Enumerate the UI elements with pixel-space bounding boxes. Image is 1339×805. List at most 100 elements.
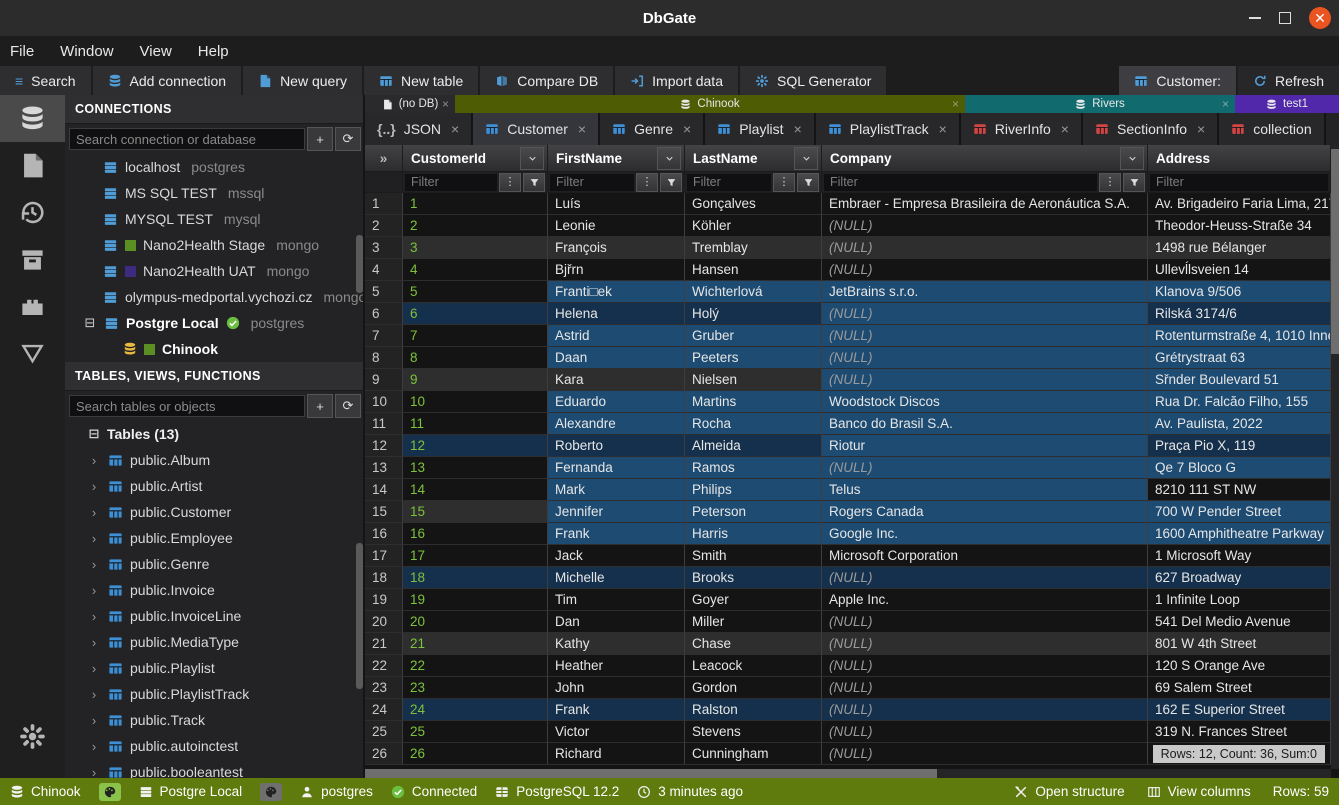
filter-menu-button[interactable]: ⋮	[773, 173, 795, 192]
chevron-right-icon[interactable]: ›	[87, 505, 101, 520]
cell-firstname[interactable]: Alexandre	[548, 413, 685, 435]
row-number[interactable]: 17	[365, 545, 403, 567]
cell-company[interactable]: Microsoft Corporation	[822, 545, 1148, 567]
row-number[interactable]: 11	[365, 413, 403, 435]
minimize-icon[interactable]	[1249, 17, 1261, 19]
chevron-right-icon[interactable]: ›	[87, 453, 101, 468]
refresh-button[interactable]: Refresh	[1238, 66, 1339, 95]
tables-scrollbar[interactable]	[356, 543, 363, 689]
hscroll-thumb[interactable]	[365, 769, 937, 778]
close-icon[interactable]: ×	[1222, 97, 1229, 111]
cell-company[interactable]: (NULL)	[822, 633, 1148, 655]
cell-firstname[interactable]: Jennifer	[548, 501, 685, 523]
table-item[interactable]: ›public.PlaylistTrack	[65, 681, 365, 707]
menu-item-file[interactable]: File	[10, 43, 34, 60]
tab-collection[interactable]: collection	[1219, 113, 1325, 145]
cell-lastname[interactable]: Chase	[685, 633, 822, 655]
row-number[interactable]: 23	[365, 677, 403, 699]
filter-menu-button[interactable]: ⋮	[499, 173, 521, 192]
cell-firstname[interactable]: Eduardo	[548, 391, 685, 413]
theme-badge[interactable]	[99, 783, 121, 801]
row-number[interactable]: 15	[365, 501, 403, 523]
tab-sectioninfo[interactable]: SectionInfo×	[1083, 113, 1219, 145]
cell-address[interactable]: 541 Del Medio Avenue	[1148, 611, 1331, 633]
current-table-button[interactable]: Customer:	[1119, 66, 1236, 95]
cell-firstname[interactable]: François	[548, 237, 685, 259]
connections-scrollbar[interactable]	[356, 235, 363, 293]
cell-customerid[interactable]: 2	[403, 215, 548, 237]
cell-address[interactable]: Theodor-Heuss-Straße 34	[1148, 215, 1331, 237]
cell-lastname[interactable]: Gonçalves	[685, 193, 822, 215]
close-icon[interactable]: ×	[578, 121, 586, 137]
cell-lastname[interactable]: Leacock	[685, 655, 822, 677]
filter-funnel-button[interactable]	[660, 173, 682, 192]
filter-input-firstname[interactable]	[550, 174, 634, 191]
cell-lastname[interactable]: Smith	[685, 545, 822, 567]
table-item[interactable]: ›public.Employee	[65, 525, 365, 551]
chevron-right-icon[interactable]: ›	[87, 557, 101, 572]
cell-company[interactable]: (NULL)	[822, 721, 1148, 743]
cell-address[interactable]: Av. Brigadeiro Faria Lima, 2170	[1148, 193, 1331, 215]
cell-lastname[interactable]: Nielsen	[685, 369, 822, 391]
cell-company[interactable]: Riotur	[822, 435, 1148, 457]
db-tab-rivers[interactable]: Rivers×	[965, 95, 1235, 113]
statusbar-item-3-minutes-ago[interactable]: 3 minutes ago	[637, 784, 743, 799]
row-number[interactable]: 25	[365, 721, 403, 743]
sql-generator-button[interactable]: SQL Generator	[740, 66, 886, 95]
expand-columns-cell[interactable]: »	[365, 145, 403, 172]
close-icon[interactable]: ×	[442, 97, 449, 111]
rail-history-button[interactable]	[0, 189, 65, 236]
cell-firstname[interactable]: Astrid	[548, 325, 685, 347]
column-dropdown-button[interactable]	[1120, 147, 1144, 170]
chevron-right-icon[interactable]: ›	[87, 531, 101, 546]
cell-customerid[interactable]: 18	[403, 567, 548, 589]
row-number[interactable]: 21	[365, 633, 403, 655]
table-item[interactable]: ›public.Artist	[65, 473, 365, 499]
column-header-company[interactable]: Company	[822, 145, 1148, 172]
cell-company[interactable]: Woodstock Discos	[822, 391, 1148, 413]
cell-address[interactable]: 627 Broadway	[1148, 567, 1331, 589]
row-number[interactable]: 7	[365, 325, 403, 347]
cell-company[interactable]: Embraer - Empresa Brasileira de Aeronáut…	[822, 193, 1148, 215]
tables-reload-icon[interactable]: ⟳	[335, 394, 361, 418]
table-item[interactable]: ›public.Playlist	[65, 655, 365, 681]
tab-customer[interactable]: Customer×	[473, 113, 600, 145]
compare-db-button[interactable]: Compare DB	[480, 66, 613, 95]
db-tab-nodb[interactable]: (no DB)×	[365, 95, 455, 113]
filter-input-lastname[interactable]	[687, 174, 771, 191]
table-item[interactable]: ›public.Invoice	[65, 577, 365, 603]
cell-firstname[interactable]: Jack	[548, 545, 685, 567]
cell-address[interactable]: Rua Dr. Falcăo Filho, 155	[1148, 391, 1331, 413]
close-icon[interactable]: ×	[794, 121, 802, 137]
tables-group[interactable]: ⊟ Tables (13)	[65, 421, 365, 447]
add-connection-plus-icon[interactable]: +	[307, 127, 333, 151]
menu-item-view[interactable]: View	[140, 43, 172, 60]
filter-funnel-button[interactable]	[797, 173, 819, 192]
table-item[interactable]: ›public.booleantest	[65, 759, 365, 778]
cell-firstname[interactable]: Kathy	[548, 633, 685, 655]
cell-firstname[interactable]: Daan	[548, 347, 685, 369]
cell-company[interactable]: (NULL)	[822, 369, 1148, 391]
filter-menu-button[interactable]: ⋮	[1099, 173, 1121, 192]
cell-company[interactable]: (NULL)	[822, 743, 1148, 765]
cell-company[interactable]: Apple Inc.	[822, 589, 1148, 611]
cell-address[interactable]: Grétrystraat 63	[1148, 347, 1331, 369]
rail-database-button[interactable]	[0, 95, 65, 142]
cell-lastname[interactable]: Almeida	[685, 435, 822, 457]
cell-address[interactable]: Praça Pio X, 119	[1148, 435, 1331, 457]
cell-firstname[interactable]: John	[548, 677, 685, 699]
cell-company[interactable]: (NULL)	[822, 677, 1148, 699]
cell-lastname[interactable]: Peterson	[685, 501, 822, 523]
cell-company[interactable]: (NULL)	[822, 567, 1148, 589]
cell-lastname[interactable]: Rocha	[685, 413, 822, 435]
connection-item[interactable]: MYSQL TESTmysql	[65, 206, 365, 232]
row-number[interactable]: 13	[365, 457, 403, 479]
connections-reload-icon[interactable]: ⟳	[335, 127, 361, 151]
row-number[interactable]: 9	[365, 369, 403, 391]
cell-firstname[interactable]: Bjřrn	[548, 259, 685, 281]
cell-firstname[interactable]: Franti□ek	[548, 281, 685, 303]
cell-address[interactable]: 700 W Pender Street	[1148, 501, 1331, 523]
row-number[interactable]: 19	[365, 589, 403, 611]
connection-item[interactable]: MS SQL TESTmssql	[65, 180, 365, 206]
row-number[interactable]: 14	[365, 479, 403, 501]
